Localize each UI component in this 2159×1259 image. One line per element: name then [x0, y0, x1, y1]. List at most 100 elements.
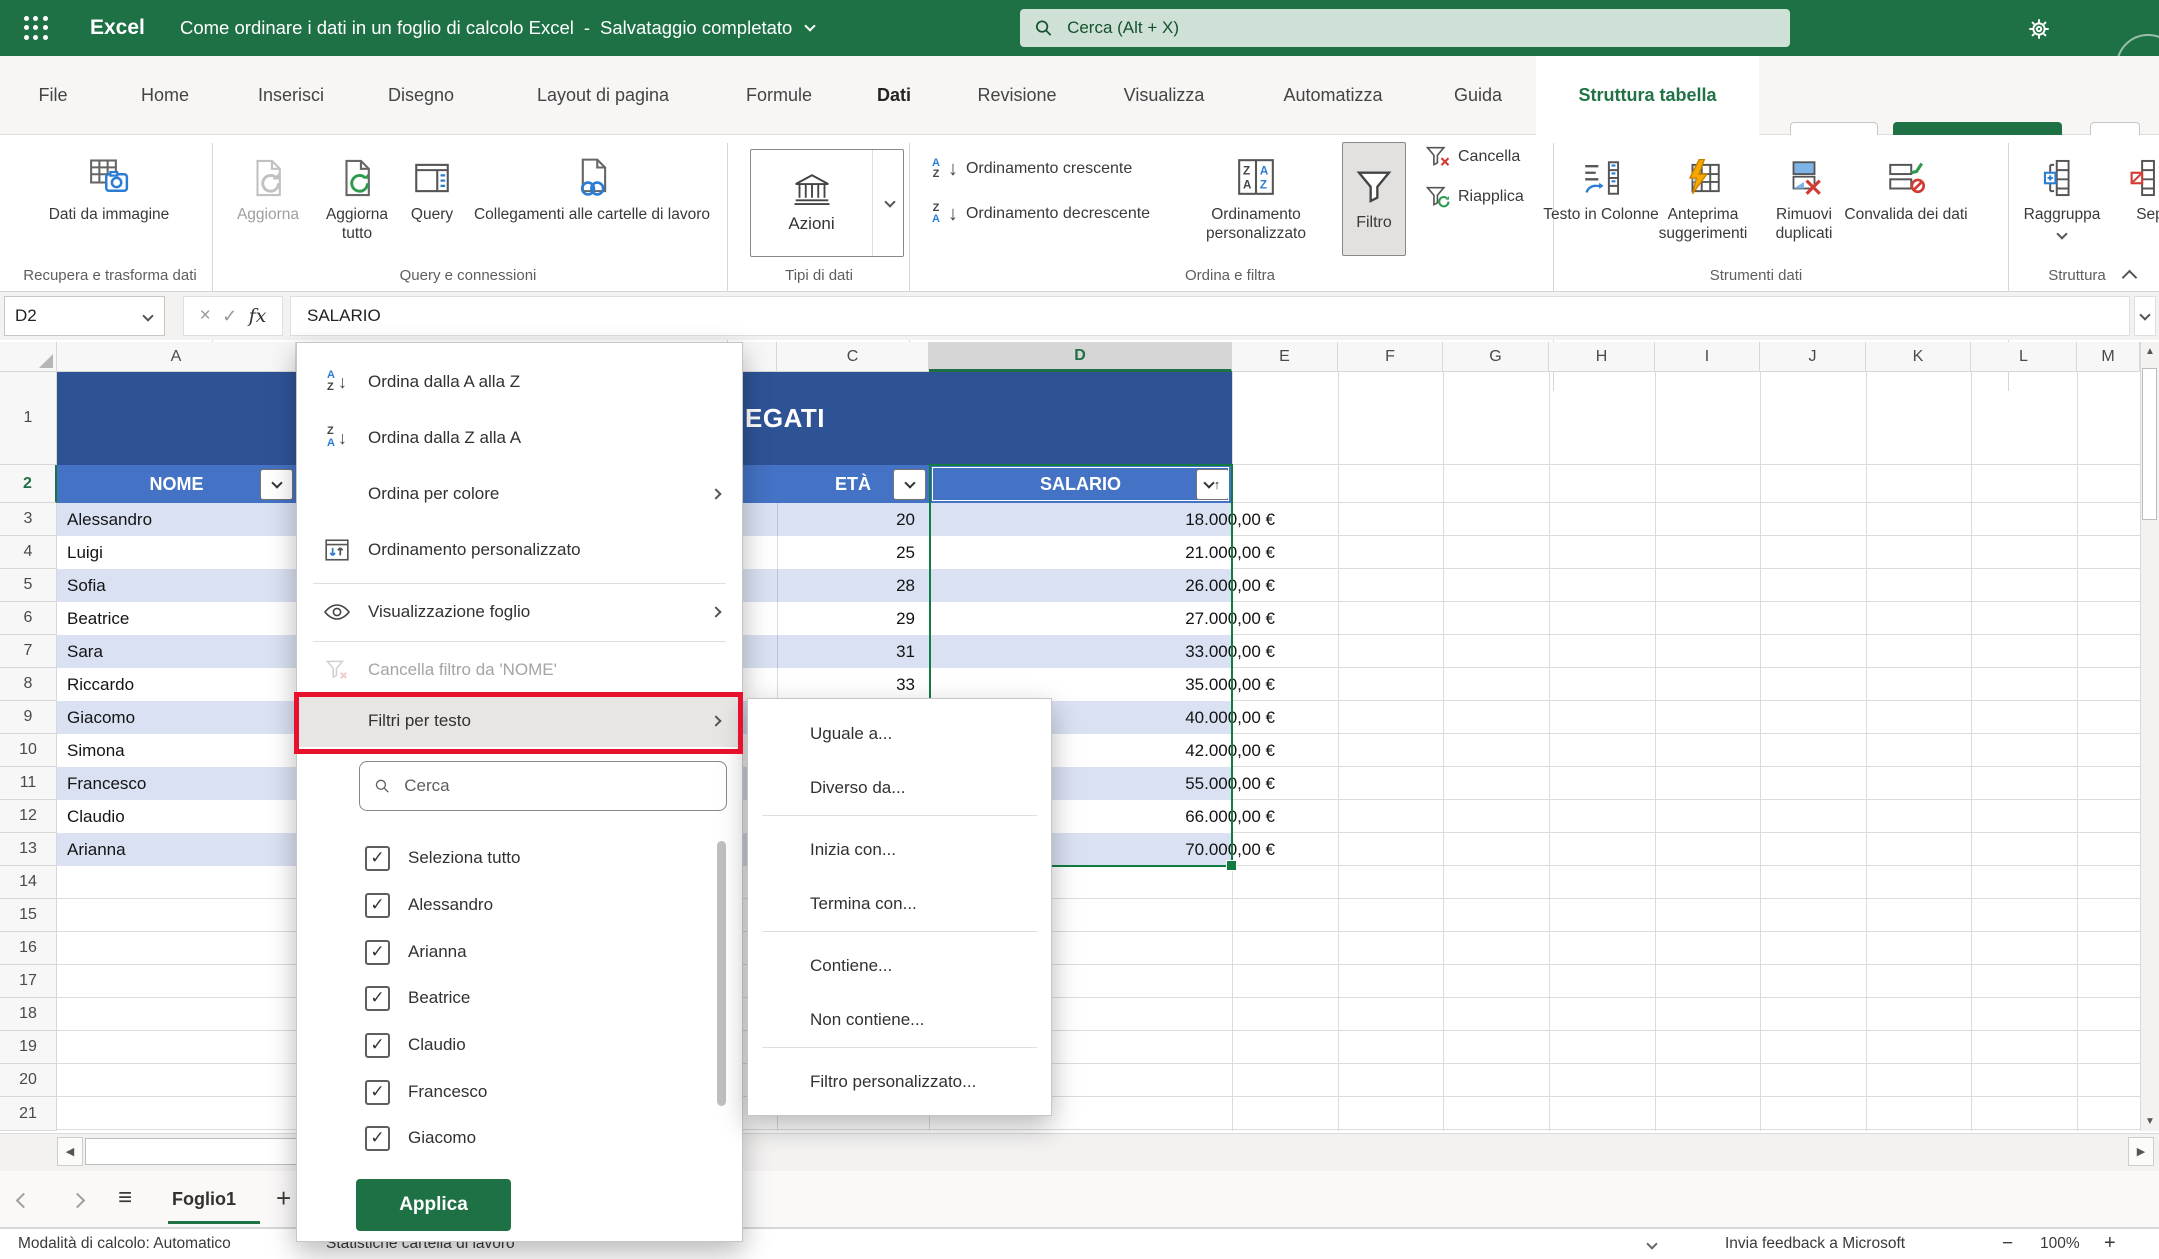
- vertical-scrollbar-thumb[interactable]: [2142, 368, 2157, 520]
- cell-salario[interactable]: 27.000,00 €: [937, 602, 1275, 635]
- name-box-chevron-icon[interactable]: [142, 310, 153, 321]
- submenu-item-diverso-da[interactable]: Diverso da...: [748, 765, 1051, 811]
- column-header-F[interactable]: F: [1338, 342, 1443, 372]
- menu-item-ordina-z-a[interactable]: ZA↓ Ordina dalla Z alla A: [297, 415, 742, 461]
- cell-salario[interactable]: 21.000,00 €: [937, 536, 1275, 569]
- tab-visualizza[interactable]: Visualizza: [1124, 56, 1205, 135]
- ordinamento-decrescente-button[interactable]: ZA↓ Ordinamento decrescente: [932, 195, 1150, 233]
- checkbox-francesco[interactable]: ✓Francesco: [365, 1069, 487, 1115]
- cell-nome[interactable]: Giacomo: [67, 701, 135, 734]
- cell-nome[interactable]: Francesco: [67, 767, 146, 800]
- salario-filter-sorted-button[interactable]: ↑: [1196, 469, 1229, 500]
- row-header-5[interactable]: 5: [0, 569, 57, 602]
- header-cell-salario[interactable]: SALARIO: [929, 465, 1232, 503]
- cell-nome[interactable]: Beatrice: [67, 602, 129, 635]
- menu-item-ordinamento-personalizzato[interactable]: Ordinamento personalizzato: [297, 527, 742, 573]
- collapse-ribbon-chevron-icon[interactable]: [2122, 270, 2138, 286]
- azioni-dropdown[interactable]: Azioni: [750, 149, 904, 257]
- column-header-L[interactable]: L: [1971, 342, 2077, 372]
- cell-eta[interactable]: 31: [747, 635, 915, 668]
- tab-guida[interactable]: Guida: [1454, 56, 1502, 135]
- sheet-tab-foglio1[interactable]: Foglio1: [172, 1171, 236, 1228]
- row-header-15[interactable]: 15: [0, 899, 57, 932]
- nome-filter-button[interactable]: [260, 469, 293, 500]
- column-header-H[interactable]: H: [1549, 342, 1655, 372]
- convalida-dati-button[interactable]: Convalida dei dati: [1836, 147, 1976, 224]
- row-header-12[interactable]: 12: [0, 800, 57, 833]
- document-title[interactable]: Come ordinare i dati in un foglio di cal…: [180, 17, 574, 39]
- prev-sheet-chevron-icon[interactable]: [16, 1193, 32, 1209]
- submenu-item-non-contiene[interactable]: Non contiene...: [748, 997, 1051, 1043]
- cell-salario[interactable]: 26.000,00 €: [937, 569, 1275, 602]
- apply-filter-button[interactable]: Applica: [356, 1179, 511, 1231]
- column-header-K[interactable]: K: [1866, 342, 1971, 372]
- separa-button[interactable]: Sep: [2115, 147, 2159, 224]
- cell-nome[interactable]: Luigi: [67, 536, 103, 569]
- settings-gear-icon[interactable]: [2022, 12, 2056, 46]
- cell-nome[interactable]: Arianna: [67, 833, 126, 866]
- tab-struttura-tabella[interactable]: Struttura tabella: [1536, 56, 1759, 135]
- column-header-J[interactable]: J: [1760, 342, 1866, 372]
- cancella-button[interactable]: Cancella: [1424, 139, 1520, 175]
- name-box[interactable]: D2: [4, 296, 165, 336]
- row-header-2[interactable]: 2: [0, 465, 57, 503]
- cell-nome[interactable]: Alessandro: [67, 503, 152, 536]
- filter-list-scrollbar-thumb[interactable]: [717, 841, 726, 1106]
- tab-layout-di-pagina[interactable]: Layout di pagina: [537, 56, 669, 135]
- status-options-chevron-icon[interactable]: [1646, 1238, 1657, 1249]
- tab-dati[interactable]: Dati: [877, 56, 911, 135]
- menu-item-visualizzazione-foglio[interactable]: Visualizzazione foglio: [297, 589, 742, 635]
- submenu-item-uguale-a[interactable]: Uguale a...: [748, 711, 1051, 757]
- ordinamento-crescente-button[interactable]: AZ↓ Ordinamento crescente: [932, 150, 1132, 188]
- filtro-button[interactable]: Filtro: [1342, 142, 1406, 256]
- tab-inserisci[interactable]: Inserisci: [258, 56, 324, 135]
- column-header-G[interactable]: G: [1443, 342, 1549, 372]
- cell-eta[interactable]: 29: [747, 602, 915, 635]
- cell-salario[interactable]: 33.000,00 €: [937, 635, 1275, 668]
- search-input[interactable]: [1065, 17, 1776, 39]
- cell-nome[interactable]: Claudio: [67, 800, 125, 833]
- tab-home[interactable]: Home: [141, 56, 189, 135]
- row-header-16[interactable]: 16: [0, 932, 57, 965]
- column-header-I[interactable]: I: [1655, 342, 1760, 372]
- raggruppa-button[interactable]: Raggruppa: [2007, 147, 2117, 238]
- save-status-chevron-icon[interactable]: [805, 20, 816, 31]
- row-header-3[interactable]: 3: [0, 503, 57, 536]
- next-sheet-chevron-icon[interactable]: [70, 1193, 86, 1209]
- row-header-11[interactable]: 11: [0, 767, 57, 800]
- sheet-list-menu-icon[interactable]: ≡: [118, 1184, 132, 1212]
- calc-mode-status[interactable]: Modalità di calcolo: Automatico: [18, 1235, 231, 1253]
- cell-salario[interactable]: 18.000,00 €: [937, 503, 1275, 536]
- row-header-9[interactable]: 9: [0, 701, 57, 734]
- cell-eta[interactable]: 20: [747, 503, 915, 536]
- global-search[interactable]: [1020, 9, 1790, 47]
- checkbox-seleziona-tutto[interactable]: ✓Seleziona tutto: [365, 835, 520, 881]
- feedback-link[interactable]: Invia feedback a Microsoft: [1725, 1235, 1905, 1253]
- menu-item-filtri-per-testo[interactable]: Filtri per testo: [297, 695, 742, 747]
- tab-file[interactable]: File: [38, 56, 67, 135]
- checkbox-claudio[interactable]: ✓Claudio: [365, 1022, 466, 1068]
- cell-salario[interactable]: 35.000,00 €: [937, 668, 1275, 701]
- scroll-down-icon[interactable]: ▼: [2145, 1116, 2155, 1127]
- row-header-13[interactable]: 13: [0, 833, 57, 866]
- ordinamento-personalizzato-button[interactable]: ZAAZ Ordinamento personalizzato: [1171, 147, 1341, 244]
- row-header-17[interactable]: 17: [0, 965, 57, 998]
- app-name[interactable]: Excel: [90, 0, 145, 56]
- scroll-up-icon[interactable]: ▲: [2145, 346, 2155, 357]
- column-header-M[interactable]: M: [2077, 342, 2140, 372]
- cell-nome[interactable]: Sofia: [67, 569, 106, 602]
- checkbox-beatrice[interactable]: ✓Beatrice: [365, 975, 470, 1021]
- menu-item-ordina-per-colore[interactable]: Ordina per colore: [297, 471, 742, 517]
- select-all-corner[interactable]: [0, 342, 57, 372]
- submenu-item-contiene[interactable]: Contiene...: [748, 943, 1051, 989]
- row-header-18[interactable]: 18: [0, 998, 57, 1031]
- formula-input[interactable]: SALARIO: [290, 296, 2130, 336]
- checkbox-alessandro[interactable]: ✓Alessandro: [365, 882, 493, 928]
- row-header-8[interactable]: 8: [0, 668, 57, 701]
- zoom-level[interactable]: 100%: [2040, 1235, 2080, 1253]
- tab-formule[interactable]: Formule: [746, 56, 812, 135]
- cell-nome[interactable]: Sara: [67, 635, 103, 668]
- column-header-A[interactable]: A: [57, 342, 296, 372]
- dati-da-immagine-button[interactable]: Dati da immagine: [34, 147, 184, 224]
- row-header-14[interactable]: 14: [0, 866, 57, 899]
